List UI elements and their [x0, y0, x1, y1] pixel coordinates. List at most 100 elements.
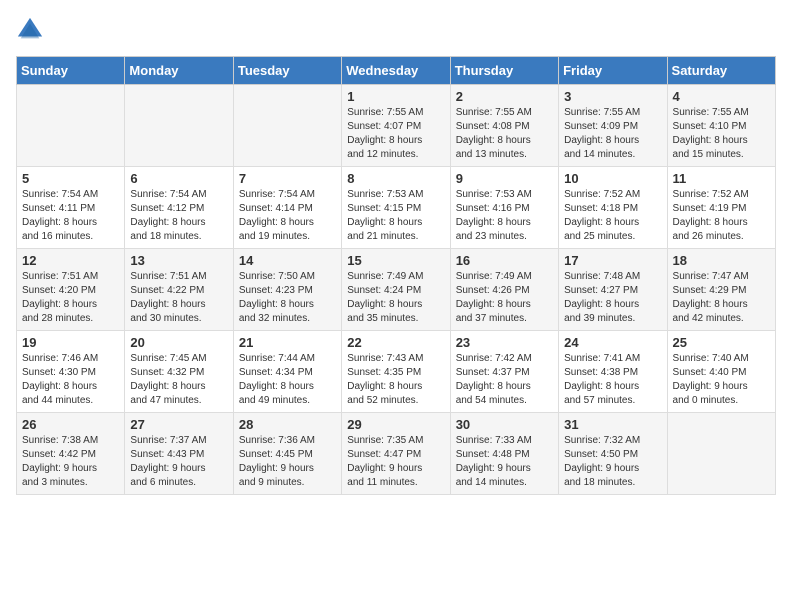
day-info: Sunrise: 7:55 AM Sunset: 4:10 PM Dayligh…: [673, 106, 770, 162]
calendar-cell: 29Sunrise: 7:35 AM Sunset: 4:47 PM Dayli…: [342, 413, 450, 495]
day-info: Sunrise: 7:54 AM Sunset: 4:12 PM Dayligh…: [130, 188, 227, 244]
day-number: 12: [22, 253, 119, 268]
day-info: Sunrise: 7:55 AM Sunset: 4:09 PM Dayligh…: [564, 106, 661, 162]
weekday-header-monday: Monday: [125, 57, 233, 85]
weekday-header-wednesday: Wednesday: [342, 57, 450, 85]
day-info: Sunrise: 7:44 AM Sunset: 4:34 PM Dayligh…: [239, 352, 336, 408]
day-info: Sunrise: 7:50 AM Sunset: 4:23 PM Dayligh…: [239, 270, 336, 326]
day-number: 6: [130, 171, 227, 186]
day-info: Sunrise: 7:49 AM Sunset: 4:26 PM Dayligh…: [456, 270, 553, 326]
day-number: 2: [456, 89, 553, 104]
day-number: 20: [130, 335, 227, 350]
calendar-cell: 25 Sunrise: 7:40 AM Sunset: 4:40 PM Dayli…: [667, 331, 775, 413]
day-info: Sunrise: 7:53 AM Sunset: 4:16 PM Dayligh…: [456, 188, 553, 244]
calendar-cell: 4 Sunrise: 7:55 AM Sunset: 4:10 PM Daylig…: [667, 85, 775, 167]
day-info: Sunrise: 7:54 AM Sunset: 4:14 PM Dayligh…: [239, 188, 336, 244]
day-number: 28: [239, 417, 336, 432]
day-info: Sunrise: 7:35 AM Sunset: 4:47 PM Dayligh…: [347, 434, 444, 490]
logo-icon: [16, 16, 44, 44]
day-info: Sunrise: 7:52 AM Sunset: 4:18 PM Dayligh…: [564, 188, 661, 244]
calendar-cell: 1Sunrise: 7:55 AM Sunset: 4:07 PM Daylig…: [342, 85, 450, 167]
day-number: 16: [456, 253, 553, 268]
calendar-cell: 3 Sunrise: 7:55 AM Sunset: 4:09 PM Daylig…: [559, 85, 667, 167]
calendar-cell: 11 Sunrise: 7:52 AM Sunset: 4:19 PM Dayli…: [667, 167, 775, 249]
calendar-cell: 9 Sunrise: 7:53 AM Sunset: 4:16 PM Daylig…: [450, 167, 558, 249]
weekday-header-friday: Friday: [559, 57, 667, 85]
day-number: 24: [564, 335, 661, 350]
calendar-cell: 22 Sunrise: 7:43 AM Sunset: 4:35 PM Dayli…: [342, 331, 450, 413]
calendar-cell: 21 Sunrise: 7:44 AM Sunset: 4:34 PM Dayli…: [233, 331, 341, 413]
weekday-header-sunday: Sunday: [17, 57, 125, 85]
calendar-cell: 7 Sunrise: 7:54 AM Sunset: 4:14 PM Daylig…: [233, 167, 341, 249]
calendar-cell: [17, 85, 125, 167]
calendar-cell: 13 Sunrise: 7:51 AM Sunset: 4:22 PM Dayli…: [125, 249, 233, 331]
weekday-header-tuesday: Tuesday: [233, 57, 341, 85]
day-number: 14: [239, 253, 336, 268]
calendar-cell: 17 Sunrise: 7:48 AM Sunset: 4:27 PM Dayli…: [559, 249, 667, 331]
day-number: 4: [673, 89, 770, 104]
day-number: 27: [130, 417, 227, 432]
calendar-cell: [667, 413, 775, 495]
day-number: 18: [673, 253, 770, 268]
day-info: Sunrise: 7:42 AM Sunset: 4:37 PM Dayligh…: [456, 352, 553, 408]
calendar-cell: 12 Sunrise: 7:51 AM Sunset: 4:20 PM Dayli…: [17, 249, 125, 331]
day-info: Sunrise: 7:38 AM Sunset: 4:42 PM Dayligh…: [22, 434, 119, 490]
day-info: Sunrise: 7:55 AM Sunset: 4:07 PM Dayligh…: [347, 106, 444, 162]
day-info: Sunrise: 7:32 AM Sunset: 4:50 PM Dayligh…: [564, 434, 661, 490]
day-number: 7: [239, 171, 336, 186]
calendar-cell: 27 Sunrise: 7:37 AM Sunset: 4:43 PM Dayli…: [125, 413, 233, 495]
calendar-cell: 28 Sunrise: 7:36 AM Sunset: 4:45 PM Dayli…: [233, 413, 341, 495]
day-info: Sunrise: 7:51 AM Sunset: 4:20 PM Dayligh…: [22, 270, 119, 326]
day-info: Sunrise: 7:47 AM Sunset: 4:29 PM Dayligh…: [673, 270, 770, 326]
day-number: 10: [564, 171, 661, 186]
day-info: Sunrise: 7:37 AM Sunset: 4:43 PM Dayligh…: [130, 434, 227, 490]
day-number: 21: [239, 335, 336, 350]
day-info: Sunrise: 7:55 AM Sunset: 4:08 PM Dayligh…: [456, 106, 553, 162]
calendar-cell: 20 Sunrise: 7:45 AM Sunset: 4:32 PM Dayli…: [125, 331, 233, 413]
day-number: 8: [347, 171, 444, 186]
calendar-cell: 14 Sunrise: 7:50 AM Sunset: 4:23 PM Dayli…: [233, 249, 341, 331]
day-number: 15: [347, 253, 444, 268]
calendar-cell: [233, 85, 341, 167]
day-info: Sunrise: 7:36 AM Sunset: 4:45 PM Dayligh…: [239, 434, 336, 490]
day-number: 31: [564, 417, 661, 432]
weekday-header-thursday: Thursday: [450, 57, 558, 85]
day-number: 19: [22, 335, 119, 350]
day-info: Sunrise: 7:46 AM Sunset: 4:30 PM Dayligh…: [22, 352, 119, 408]
calendar-cell: 16 Sunrise: 7:49 AM Sunset: 4:26 PM Dayli…: [450, 249, 558, 331]
day-info: Sunrise: 7:52 AM Sunset: 4:19 PM Dayligh…: [673, 188, 770, 244]
day-info: Sunrise: 7:40 AM Sunset: 4:40 PM Dayligh…: [673, 352, 770, 408]
day-number: 13: [130, 253, 227, 268]
calendar-cell: 5 Sunrise: 7:54 AM Sunset: 4:11 PM Daylig…: [17, 167, 125, 249]
calendar-cell: 8 Sunrise: 7:53 AM Sunset: 4:15 PM Daylig…: [342, 167, 450, 249]
calendar-cell: 24 Sunrise: 7:41 AM Sunset: 4:38 PM Dayli…: [559, 331, 667, 413]
day-info: Sunrise: 7:45 AM Sunset: 4:32 PM Dayligh…: [130, 352, 227, 408]
calendar-cell: 18 Sunrise: 7:47 AM Sunset: 4:29 PM Dayli…: [667, 249, 775, 331]
day-info: Sunrise: 7:41 AM Sunset: 4:38 PM Dayligh…: [564, 352, 661, 408]
day-info: Sunrise: 7:53 AM Sunset: 4:15 PM Dayligh…: [347, 188, 444, 244]
day-number: 26: [22, 417, 119, 432]
day-number: 9: [456, 171, 553, 186]
day-number: 3: [564, 89, 661, 104]
calendar-cell: [125, 85, 233, 167]
day-info: Sunrise: 7:51 AM Sunset: 4:22 PM Dayligh…: [130, 270, 227, 326]
day-info: Sunrise: 7:49 AM Sunset: 4:24 PM Dayligh…: [347, 270, 444, 326]
day-number: 17: [564, 253, 661, 268]
day-number: 30: [456, 417, 553, 432]
calendar-cell: 30Sunrise: 7:33 AM Sunset: 4:48 PM Dayli…: [450, 413, 558, 495]
calendar-cell: 15 Sunrise: 7:49 AM Sunset: 4:24 PM Dayli…: [342, 249, 450, 331]
calendar-cell: 26 Sunrise: 7:38 AM Sunset: 4:42 PM Dayli…: [17, 413, 125, 495]
page-header: [16, 16, 776, 44]
day-number: 11: [673, 171, 770, 186]
day-number: 5: [22, 171, 119, 186]
day-info: Sunrise: 7:54 AM Sunset: 4:11 PM Dayligh…: [22, 188, 119, 244]
calendar-cell: 6 Sunrise: 7:54 AM Sunset: 4:12 PM Daylig…: [125, 167, 233, 249]
day-number: 25: [673, 335, 770, 350]
day-number: 23: [456, 335, 553, 350]
calendar-cell: 19 Sunrise: 7:46 AM Sunset: 4:30 PM Dayli…: [17, 331, 125, 413]
logo: [16, 16, 48, 44]
calendar-cell: 23 Sunrise: 7:42 AM Sunset: 4:37 PM Dayli…: [450, 331, 558, 413]
day-number: 22: [347, 335, 444, 350]
day-info: Sunrise: 7:43 AM Sunset: 4:35 PM Dayligh…: [347, 352, 444, 408]
day-info: Sunrise: 7:48 AM Sunset: 4:27 PM Dayligh…: [564, 270, 661, 326]
